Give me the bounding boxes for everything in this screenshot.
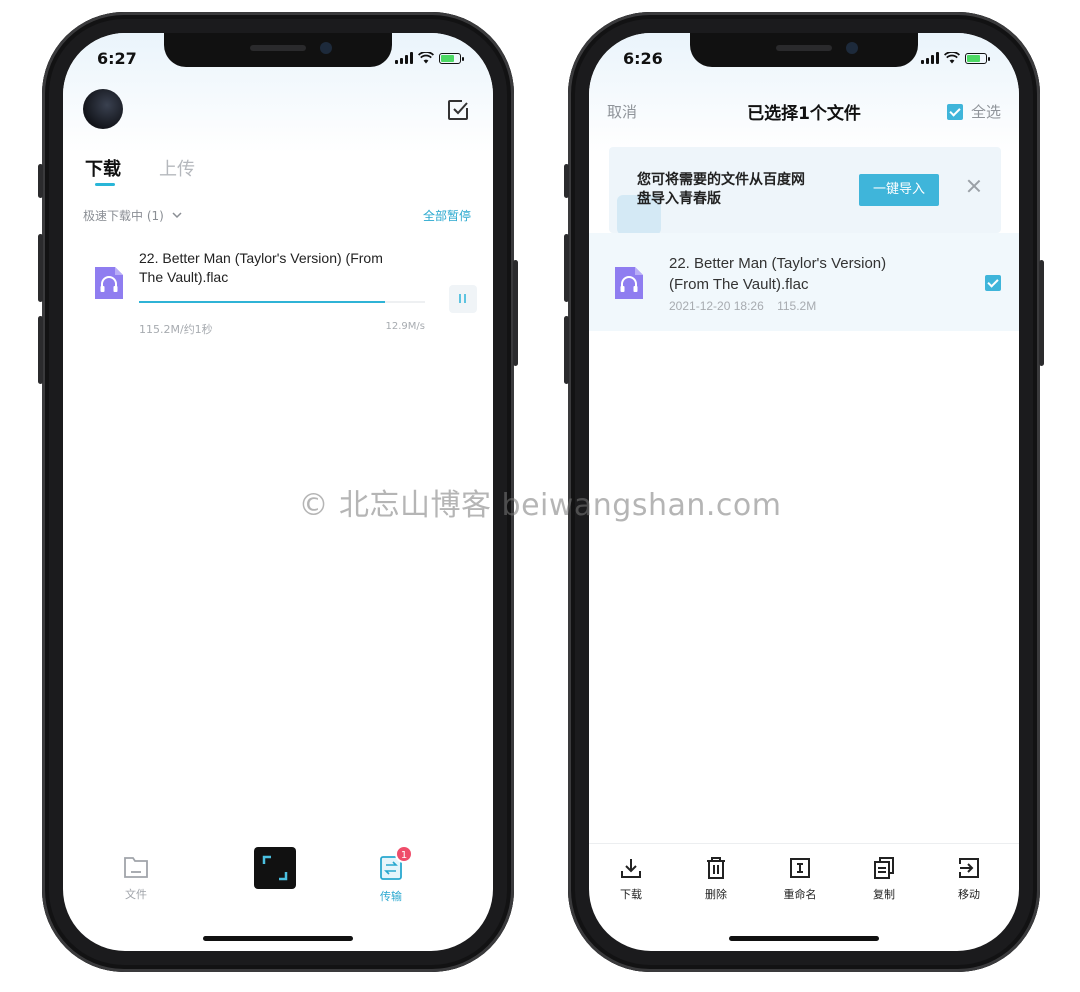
avatar[interactable] — [83, 89, 123, 129]
toolbar-rename-button[interactable]: 重命名 — [770, 856, 830, 902]
power-button — [513, 260, 518, 366]
battery-icon — [439, 52, 464, 64]
tab-download-label: 下载 — [85, 159, 121, 180]
move-icon — [959, 858, 979, 878]
selected-file-date: 2021-12-20 18:26 — [669, 299, 764, 313]
selected-file-name-line1: 22. Better Man (Taylor's Version) — [669, 255, 887, 272]
chevron-down-icon[interactable] — [172, 211, 182, 219]
download-file-name-line1: 22. Better Man (Taylor's Version) (From — [139, 250, 383, 266]
volume-up-button — [38, 234, 43, 302]
selected-file-meta: 2021-12-20 18:26 115.2M — [669, 299, 816, 313]
screen-left: 6:27 下载 上传 极速下载中 (1) 全部暂停 22. Better Man… — [63, 33, 493, 951]
selected-file-name: 22. Better Man (Taylor's Version) (From … — [669, 253, 949, 295]
download-file-name: 22. Better Man (Taylor's Version) (From … — [139, 249, 439, 287]
action-toolbar: 下载 删除 重命名 复制 移动 — [589, 843, 1019, 911]
home-indicator — [203, 936, 353, 941]
download-item[interactable]: 22. Better Man (Taylor's Version) (From … — [85, 249, 477, 336]
toolbar-copy-button[interactable]: 复制 — [854, 856, 914, 902]
volume-up-button — [564, 234, 569, 302]
home-indicator — [729, 936, 879, 941]
banner-text: 您可将需要的文件从百度网 盘导入青春版 — [637, 171, 837, 209]
download-file-name-line2: The Vault).flac — [139, 269, 229, 285]
scan-icon — [262, 855, 288, 881]
transfer-tabs: 下载 上传 — [85, 155, 195, 186]
phone-frame-left: 6:27 下载 上传 极速下载中 (1) 全部暂停 22. Better Man… — [38, 12, 518, 972]
audio-file-icon — [95, 267, 123, 299]
pause-button[interactable] — [449, 285, 477, 313]
multi-select-icon[interactable] — [447, 99, 469, 121]
banner-text-line2: 盘导入青春版 — [637, 191, 721, 207]
selection-header: 取消 已选择1个文件 全选 — [589, 97, 1019, 127]
volume-down-button — [38, 316, 43, 384]
status-time: 6:26 — [623, 49, 663, 68]
selected-file-name-line2: (From The Vault).flac — [669, 276, 809, 293]
status-icons — [921, 52, 990, 64]
close-icon[interactable] — [967, 179, 981, 193]
tab-upload-label: 上传 — [159, 159, 195, 180]
volume-down-button — [564, 316, 569, 384]
wifi-icon — [418, 52, 434, 64]
toolbar-download-label: 下载 — [620, 888, 642, 901]
toolbar-delete-label: 删除 — [705, 888, 727, 901]
notch — [164, 33, 392, 67]
download-progress-track — [139, 301, 425, 303]
toolbar-move-label: 移动 — [958, 888, 980, 901]
tab-upload[interactable]: 上传 — [159, 155, 195, 181]
section-header: 极速下载中 (1) 全部暂停 — [83, 207, 471, 224]
pause-icon — [459, 294, 461, 303]
power-button — [1039, 260, 1044, 366]
notch — [690, 33, 918, 67]
download-icon — [621, 859, 641, 878]
mute-switch — [564, 164, 569, 198]
bottom-tab-bar: 文件 1 传输 — [63, 845, 493, 911]
select-all-label: 全选 — [970, 103, 1001, 121]
select-all-toggle[interactable]: 全选 — [946, 101, 1001, 122]
rename-icon — [790, 858, 810, 878]
download-progress-fill — [139, 301, 385, 303]
status-icons — [395, 52, 464, 64]
toolbar-move-button[interactable]: 移动 — [939, 856, 999, 902]
download-meta: 115.2M/约1秒 12.9M/s — [139, 321, 425, 337]
pause-all-button[interactable]: 全部暂停 — [423, 207, 471, 224]
tabbar-files-label: 文件 — [125, 888, 147, 901]
screenshot-stage: 6:27 下载 上传 极速下载中 (1) 全部暂停 22. Better Man… — [0, 0, 1080, 992]
tabbar-transfer[interactable]: 1 传输 — [379, 845, 413, 904]
transfer-badge: 1 — [395, 845, 413, 863]
scan-button[interactable] — [254, 847, 296, 889]
section-title[interactable]: 极速下载中 (1) — [83, 209, 164, 223]
tabbar-files[interactable]: 文件 — [123, 855, 149, 902]
selected-file-size: 115.2M — [777, 299, 817, 313]
copy-icon — [874, 857, 894, 879]
tab-active-indicator — [95, 183, 115, 186]
wifi-icon — [944, 52, 960, 64]
selected-file-row[interactable]: 22. Better Man (Taylor's Version) (From … — [589, 233, 1019, 331]
trash-icon — [707, 857, 725, 879]
toolbar-delete-button[interactable]: 删除 — [686, 856, 746, 902]
select-all-checkbox[interactable] — [946, 103, 963, 120]
one-click-import-button[interactable]: 一键导入 — [859, 174, 939, 206]
mute-switch — [38, 164, 43, 198]
phone-frame-right: 6:26 取消 已选择1个文件 全选 您可将需要的文件从百度网 盘导入青春版 一… — [564, 12, 1044, 972]
toolbar-download-button[interactable]: 下载 — [601, 856, 661, 902]
screen-right: 6:26 取消 已选择1个文件 全选 您可将需要的文件从百度网 盘导入青春版 一… — [589, 33, 1019, 951]
import-banner: 您可将需要的文件从百度网 盘导入青春版 一键导入 — [609, 147, 1001, 233]
download-size-eta: 115.2M/约1秒 — [139, 323, 213, 336]
signal-icon — [921, 52, 939, 64]
file-checkbox[interactable] — [985, 275, 1001, 291]
tabbar-transfer-label: 传输 — [380, 890, 402, 903]
signal-icon — [395, 52, 413, 64]
download-speed: 12.9M/s — [385, 321, 425, 332]
tab-download[interactable]: 下载 — [85, 155, 121, 186]
toolbar-copy-label: 复制 — [873, 888, 895, 901]
battery-icon — [965, 52, 990, 64]
folder-icon — [124, 857, 148, 878]
status-time: 6:27 — [97, 49, 137, 68]
toolbar-rename-label: 重命名 — [783, 888, 817, 901]
audio-file-icon — [615, 267, 643, 299]
banner-text-line1: 您可将需要的文件从百度网 — [637, 172, 805, 188]
